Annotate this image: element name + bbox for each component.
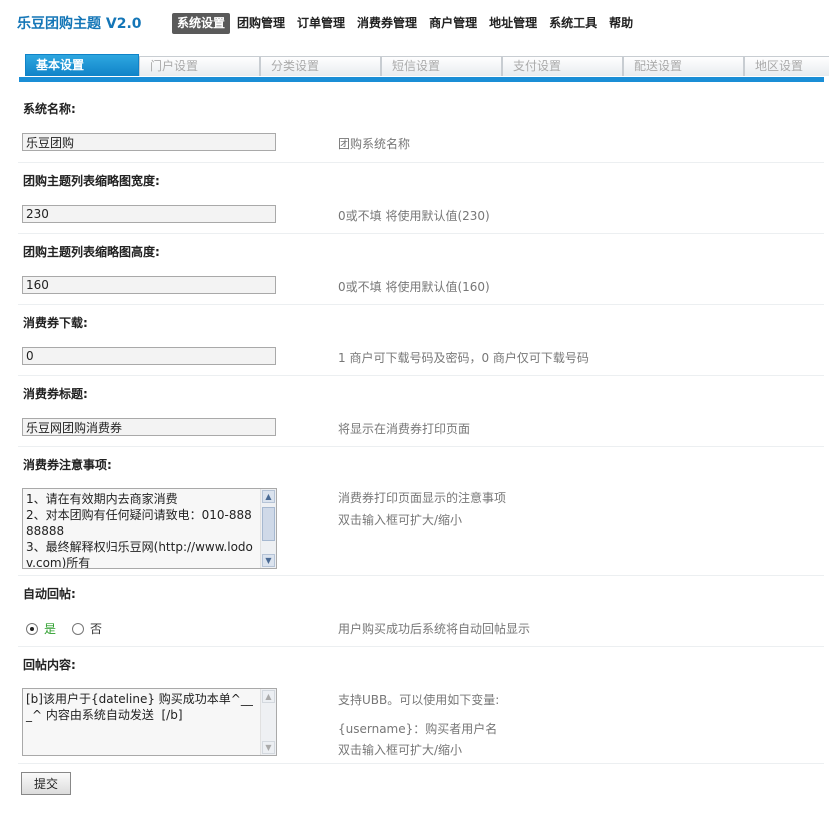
row-auto-reply: 自动回帖: 是 否 用户购买成功后系统将自动回帖显示	[18, 575, 824, 647]
auto-reply-yes-label: 是	[44, 622, 57, 636]
thumb-height-input[interactable]	[22, 276, 276, 294]
row-voucher-title: 消费券标题: 将显示在消费券打印页面	[18, 375, 824, 447]
row-voucher-download: 消费券下载: 1 商户可下载号码及密码，0 商户仅可下载号码	[18, 304, 824, 376]
system-name-label: 系统名称:	[23, 102, 76, 116]
row-reply-content: 回帖内容: [b]该用户于{dateline} 购买成功本单^___^ 内容由系…	[18, 646, 824, 764]
nav-merchant-management[interactable]: 商户管理	[424, 13, 482, 34]
row-voucher-notes: 消费券注意事项: 1、请在有效期内去商家消费 2、对本团购有任何疑问请致电：01…	[18, 446, 824, 576]
voucher-title-label: 消费券标题:	[23, 387, 88, 401]
auto-reply-label: 自动回帖:	[23, 587, 76, 601]
scroll-up-icon[interactable]: ▲	[262, 690, 275, 703]
row-system-name: 系统名称: 团购系统名称	[18, 90, 824, 163]
app-title: 乐豆团购主题 V2.0	[17, 16, 142, 32]
row-thumb-height: 团购主题列表缩略图高度: 0或不填 将使用默认值(160)	[18, 233, 824, 305]
tab-payment-settings[interactable]: 支付设置	[502, 56, 623, 76]
nav-help[interactable]: 帮助	[604, 13, 638, 34]
settings-tabs: 基本设置 门户设置 分类设置 短信设置 支付设置 配送设置 地区设置	[25, 54, 829, 77]
voucher-notes-label: 消费券注意事项:	[23, 458, 112, 472]
reply-content-resize-hint: 双击输入框可扩大/缩小	[338, 743, 463, 757]
nav-system-tools[interactable]: 系统工具	[544, 13, 602, 34]
reply-content-scrollbar[interactable]: ▲ ▼	[260, 689, 276, 755]
auto-reply-hint: 用户购买成功后系统将自动回帖显示	[338, 622, 531, 636]
scroll-down-icon[interactable]: ▼	[262, 554, 275, 567]
tab-region-settings[interactable]: 地区设置	[744, 56, 829, 76]
auto-reply-radio-group: 是 否	[26, 620, 102, 637]
voucher-notes-textarea[interactable]: 1、请在有效期内去商家消费 2、对本团购有任何疑问请致电：010-8888888…	[22, 488, 277, 569]
nav-system-settings[interactable]: 系统设置	[172, 13, 231, 34]
nav-group-buy-management[interactable]: 团购管理	[232, 13, 290, 34]
system-name-input[interactable]	[22, 133, 276, 151]
reply-content-text: [b]该用户于{dateline} 购买成功本单^___^ 内容由系统自动发送 …	[26, 692, 253, 722]
thumb-width-input[interactable]	[22, 205, 276, 223]
nav-address-management[interactable]: 地址管理	[484, 13, 542, 34]
voucher-download-label: 消费券下载:	[23, 316, 88, 330]
tab-delivery-settings[interactable]: 配送设置	[623, 56, 744, 76]
scroll-down-icon[interactable]: ▼	[262, 741, 275, 754]
reply-content-variable-hint: {username}：购买者用户名	[338, 722, 498, 736]
auto-reply-no-label: 否	[90, 622, 103, 636]
top-navigation: 系统设置 团购管理 订单管理 消费券管理 商户管理 地址管理 系统工具 帮助	[172, 13, 638, 34]
tab-underline	[19, 77, 824, 82]
scroll-up-icon[interactable]: ▲	[262, 490, 275, 503]
voucher-title-hint: 将显示在消费券打印页面	[338, 422, 471, 436]
tab-category-settings[interactable]: 分类设置	[260, 56, 381, 76]
reply-content-label: 回帖内容:	[23, 658, 76, 672]
thumb-width-label: 团购主题列表缩略图宽度:	[23, 174, 160, 188]
voucher-title-input[interactable]	[22, 418, 276, 436]
voucher-notes-resize-hint: 双击输入框可扩大/缩小	[338, 513, 463, 527]
thumb-width-hint: 0或不填 将使用默认值(230)	[338, 209, 490, 223]
auto-reply-yes-radio[interactable]	[26, 622, 38, 635]
thumb-height-label: 团购主题列表缩略图高度:	[23, 245, 160, 259]
row-thumb-width: 团购主题列表缩略图宽度: 0或不填 将使用默认值(230)	[18, 162, 824, 234]
tab-basic-settings[interactable]: 基本设置	[25, 54, 139, 76]
scroll-thumb[interactable]	[262, 507, 275, 541]
thumb-height-hint: 0或不填 将使用默认值(160)	[338, 280, 490, 294]
voucher-download-hint: 1 商户可下载号码及密码，0 商户仅可下载号码	[338, 351, 589, 365]
voucher-download-input[interactable]	[22, 347, 276, 365]
voucher-notes-text: 1、请在有效期内去商家消费 2、对本团购有任何疑问请致电：010-8888888…	[26, 492, 253, 569]
reply-content-textarea[interactable]: [b]该用户于{dateline} 购买成功本单^___^ 内容由系统自动发送 …	[22, 688, 277, 756]
tab-portal-settings[interactable]: 门户设置	[139, 56, 260, 76]
auto-reply-no-radio[interactable]	[72, 622, 85, 635]
voucher-notes-hint: 消费券打印页面显示的注意事项	[338, 491, 507, 505]
submit-button[interactable]: 提交	[21, 772, 71, 795]
reply-content-ubb-hint: 支持UBB。可以使用如下变量:	[338, 693, 500, 707]
voucher-notes-scrollbar[interactable]: ▲ ▼	[260, 489, 276, 568]
nav-voucher-management[interactable]: 消费券管理	[352, 13, 422, 34]
nav-order-management[interactable]: 订单管理	[292, 13, 350, 34]
system-name-hint: 团购系统名称	[338, 137, 411, 151]
tab-sms-settings[interactable]: 短信设置	[381, 56, 502, 76]
